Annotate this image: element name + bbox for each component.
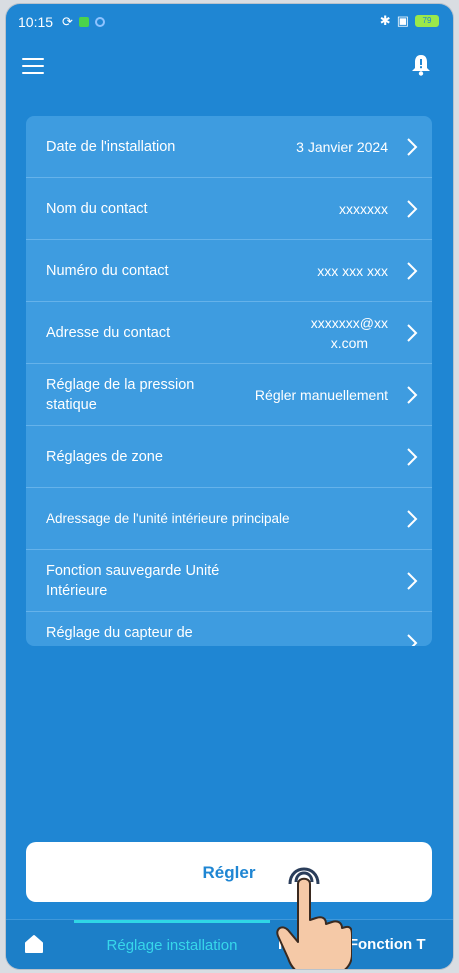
bluetooth-icon: ✱: [379, 13, 391, 28]
status-time: 10:15: [18, 14, 54, 30]
setting-row-static-pressure[interactable]: Réglage de la pression statique Régler m…: [26, 364, 432, 426]
setting-label: Numéro du contact: [46, 262, 169, 279]
notification-app-icon: [78, 17, 89, 27]
setting-label: Fonction sauvegarde Unité Intérieure: [46, 562, 220, 599]
setting-label: Adressage de l'unité intérieure principa…: [46, 510, 290, 526]
setting-label: Adresse du contact: [46, 324, 171, 341]
chevron-right-icon: [407, 137, 418, 156]
tab-installation-settings[interactable]: Réglage installation: [74, 920, 270, 969]
setting-row-motion-sensor[interactable]: Réglage du capteur de mouvement: [26, 612, 432, 646]
setting-label: Réglage de la pression statique: [46, 376, 195, 413]
chevron-right-icon: [407, 447, 418, 466]
setting-row-main-unit-addressing[interactable]: Adressage de l'unité intérieure principa…: [26, 488, 432, 550]
screen-icon: ▣: [396, 13, 409, 28]
bell-icon[interactable]: [411, 54, 431, 76]
chevron-right-icon: [407, 323, 418, 342]
hand-pointer-icon: [276, 867, 352, 969]
setting-row-contact-name[interactable]: Nom du contact xxxxxxx: [26, 178, 432, 240]
chevron-right-icon: [407, 385, 418, 404]
setting-label: Réglages de zone: [46, 448, 163, 465]
setting-row-installation-date[interactable]: Date de l'installation 3 Janvier 2024: [26, 116, 432, 178]
chevron-right-icon: [407, 199, 418, 218]
home-icon[interactable]: [24, 934, 44, 954]
menu-icon[interactable]: [22, 58, 44, 74]
notification-dot-icon: [94, 17, 105, 27]
chevron-right-icon: [407, 633, 418, 646]
bottom-navigation: Réglage installation Réglages Fonction T: [6, 919, 453, 969]
status-right-icons: ✱ ▣ 79: [380, 13, 439, 29]
setting-value: 3 Janvier 2024: [296, 138, 388, 155]
setting-row-zone-settings[interactable]: Réglages de zone: [26, 426, 432, 488]
status-bar: 10:15 ⟳ ✱ ▣ 79: [6, 4, 453, 34]
chevron-right-icon: [407, 261, 418, 280]
setting-value: xxxxxxx: [339, 200, 388, 217]
chevron-right-icon: [407, 509, 418, 528]
regler-button[interactable]: Régler: [26, 842, 432, 902]
setting-row-indoor-unit-backup[interactable]: Fonction sauvegarde Unité Intérieure: [26, 550, 432, 612]
setting-value: xxxxxxx@xx x.com: [310, 314, 388, 351]
chevron-right-icon: [407, 571, 418, 590]
setting-value: Régler manuellement: [254, 386, 388, 403]
app-screen: 10:15 ⟳ ✱ ▣ 79 Date de l'installation 3 …: [6, 4, 453, 969]
setting-label: Réglage du capteur de mouvement: [46, 624, 193, 647]
setting-label: Nom du contact: [46, 200, 148, 217]
setting-label: Date de l'installation: [46, 138, 176, 155]
setting-value: xxx xxx xxx: [317, 262, 388, 279]
setting-row-contact-number[interactable]: Numéro du contact xxx xxx xxx: [26, 240, 432, 302]
sync-off-icon: ⟳: [62, 14, 73, 29]
setting-row-contact-address[interactable]: Adresse du contact xxxxxxx@xx x.com: [26, 302, 432, 364]
battery-icon: 79: [415, 15, 439, 27]
settings-list: Date de l'installation 3 Janvier 2024 No…: [26, 116, 432, 646]
status-left-icons: ⟳: [62, 14, 105, 30]
